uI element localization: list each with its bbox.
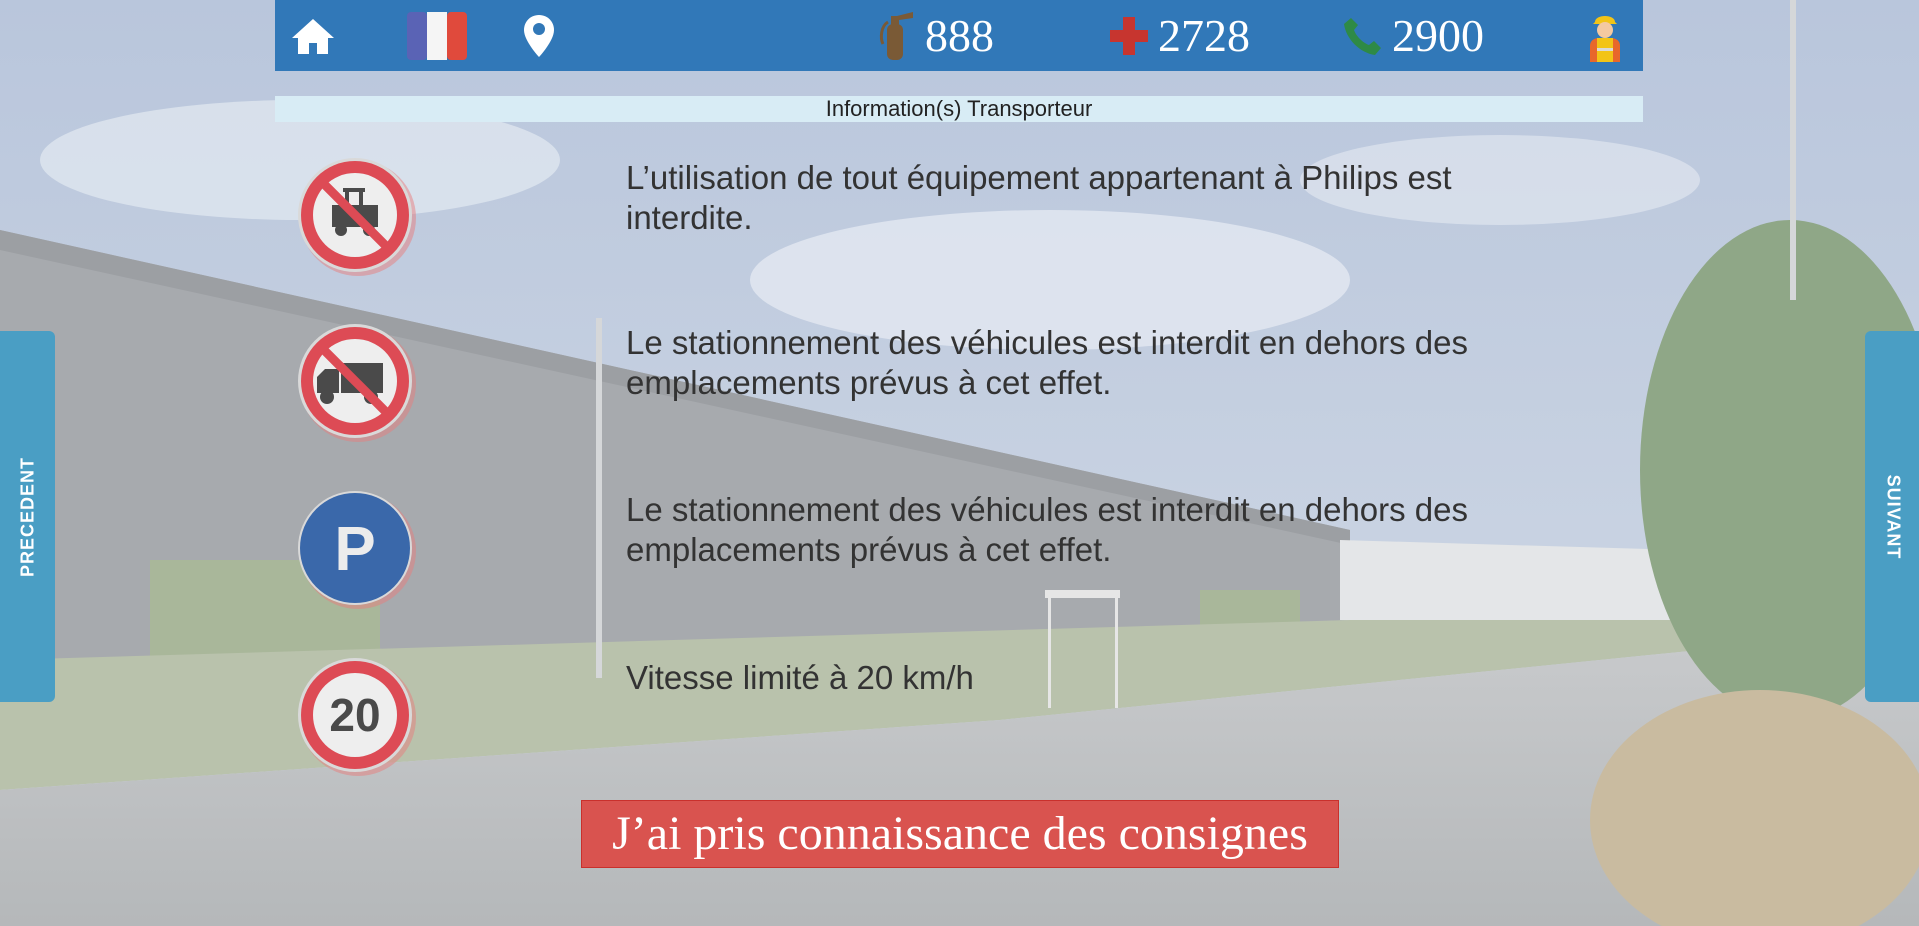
- extinguisher-number: 888: [925, 9, 994, 61]
- speed-limit-value: 20: [329, 689, 380, 741]
- french-flag-icon: [407, 11, 467, 60]
- map-pin-icon: [524, 14, 554, 57]
- info-bar-title: Information(s) Transporteur: [275, 96, 1643, 122]
- red-cross-icon: [1110, 16, 1148, 55]
- worker-avatar-icon: [1590, 15, 1620, 62]
- home-button[interactable]: [290, 0, 336, 71]
- fire-extinguisher-icon: [879, 11, 913, 60]
- no-forklift-icon: [297, 155, 419, 277]
- worker-button[interactable]: [1587, 0, 1623, 71]
- phone-icon: [1344, 17, 1381, 55]
- top-navigation-bar: 888 2728 2900: [275, 0, 1643, 71]
- language-button[interactable]: [407, 0, 467, 71]
- rule-text: Le stationnement des véhicules est inter…: [626, 491, 1469, 568]
- phone-number: 2900: [1392, 9, 1484, 61]
- next-label: SUIVANT: [1883, 474, 1903, 559]
- fire-extinguisher-contact: 888: [875, 0, 994, 71]
- home-icon: [292, 18, 334, 54]
- background-scene: [0, 0, 1919, 926]
- parking-icon: P: [297, 488, 419, 610]
- first-aid-number: 2728: [1158, 9, 1250, 61]
- no-truck-icon: [297, 321, 419, 443]
- rule-text: L’utilisation de tout équipement apparte…: [626, 159, 1452, 236]
- svg-text:P: P: [334, 515, 375, 584]
- rule-text: Vitesse limité à 20 km/h: [626, 659, 974, 696]
- location-button[interactable]: [522, 0, 556, 71]
- first-aid-contact: 2728: [1108, 0, 1250, 71]
- speed-limit-icon: 20: [297, 655, 419, 777]
- acknowledge-button[interactable]: J’ai pris connaissance des consignes: [581, 800, 1339, 868]
- next-button[interactable]: SUIVANT: [1865, 331, 1919, 702]
- phone-contact: 2900: [1342, 0, 1484, 71]
- rule-text: Le stationnement des véhicules est inter…: [626, 324, 1469, 401]
- previous-label: PRECEDENT: [17, 456, 37, 577]
- previous-button[interactable]: PRECEDENT: [0, 331, 55, 702]
